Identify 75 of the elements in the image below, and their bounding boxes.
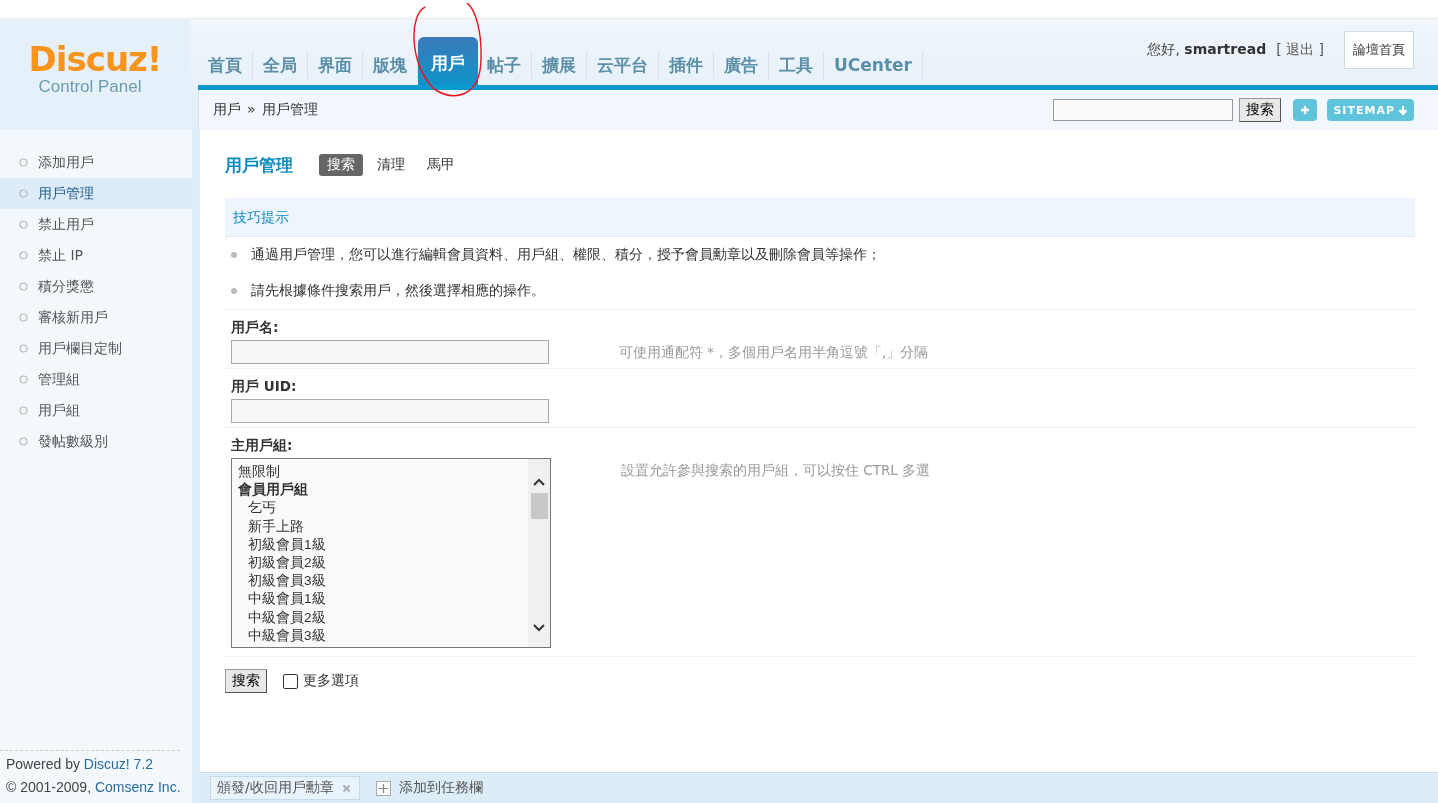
logo-text: Discuz! (28, 41, 162, 77)
sidebar-item[interactable]: 管理組 (0, 364, 192, 395)
list-option[interactable]: 初級會員1級 (238, 535, 522, 554)
circle-bullet-icon (19, 313, 28, 322)
page-tab[interactable]: 清理 (369, 154, 413, 176)
chevron-up-icon (532, 477, 546, 487)
list-option[interactable]: 中級會員2級 (238, 608, 522, 627)
circle-bullet-icon (19, 251, 28, 260)
powered-by-text: Powered by Discuz! 7.2 (6, 755, 155, 774)
logout-link[interactable]: [ 退出 ] (1276, 41, 1324, 59)
scrollbar-thumb[interactable] (530, 493, 548, 519)
text-field[interactable] (231, 340, 549, 364)
list-option[interactable]: 乞丐 (238, 499, 522, 518)
circle-bullet-icon (19, 189, 28, 198)
sidebar-item[interactable]: 添加用戶 (0, 147, 192, 178)
discuz-link[interactable]: Discuz! 7.2 (83, 756, 154, 772)
bullet-icon (231, 288, 237, 294)
list-option[interactable]: 初級會員3級 (238, 572, 522, 591)
list-option[interactable]: 中級會員1級 (238, 590, 522, 609)
add-button[interactable] (1293, 99, 1318, 121)
field-hint: 設置允許參與搜索的用戶組，可以按住 CTRL 多選 (621, 462, 931, 480)
checkbox[interactable] (283, 673, 298, 689)
add-to-taskbar-link[interactable]: 添加到任務欄 (398, 779, 483, 797)
circle-bullet-icon (19, 282, 28, 291)
list-option[interactable]: 新手上路 (238, 517, 522, 536)
down-arrow-icon (1398, 104, 1408, 116)
chevron-down-icon (532, 623, 546, 633)
field-label: 用戶 UID: (231, 377, 298, 396)
circle-bullet-icon (19, 344, 28, 353)
bullet-icon (231, 252, 237, 258)
sidebar-item[interactable]: 發帖數級別 (0, 426, 192, 457)
greeting-text: 您好, smartread (1147, 41, 1267, 59)
tips-header: 技巧提示 (225, 198, 1415, 237)
circle-bullet-icon (19, 220, 28, 229)
task-tab[interactable]: 頒發/收回用戶勳章 (210, 776, 360, 800)
field-label: 用戶名: (231, 318, 280, 337)
forum-home-button[interactable]: 論壇首頁 (1344, 31, 1414, 69)
close-icon[interactable] (341, 783, 351, 793)
checkbox-label: 更多選項 (303, 672, 359, 690)
text-field[interactable] (231, 399, 549, 423)
comsenz-link[interactable]: Comsenz Inc. (94, 779, 181, 795)
field-hint: 可使用通配符 *，多個用戶名用半角逗號「,」分隔 (619, 344, 929, 362)
sidebar-item[interactable]: 用戶組 (0, 395, 192, 426)
scrollbar[interactable] (528, 459, 550, 647)
sidebar-item[interactable]: 積分獎懲 (0, 271, 192, 302)
circle-bullet-icon (19, 158, 28, 167)
search-submit-button[interactable]: 搜索 (225, 669, 267, 693)
list-option[interactable]: 中級會員3級 (238, 626, 522, 646)
logo-subtitle: Control Panel (38, 77, 142, 97)
plus-icon (1300, 105, 1311, 115)
sidebar-item[interactable]: 用戶管理 (0, 178, 192, 209)
breadcrumb-separator: » (247, 101, 256, 119)
sidebar-item[interactable]: 禁止用戶 (0, 209, 192, 240)
field-label: 主用戶組: (231, 436, 294, 455)
tip-text: 請先根據條件搜索用戶，然後選擇相應的操作。 (251, 282, 545, 300)
circle-bullet-icon (19, 437, 28, 446)
circle-bullet-icon (19, 406, 28, 415)
breadcrumb-item[interactable]: 用戶 (213, 101, 241, 119)
list-option[interactable]: 初級會員2級 (238, 554, 522, 573)
option-group-label: 會員用戶組 (238, 481, 309, 500)
circle-bullet-icon (19, 375, 28, 384)
search-button[interactable]: 搜索 (1239, 98, 1282, 122)
list-option[interactable]: 無限制 (238, 463, 522, 482)
sidebar-item[interactable]: 禁止 IP (0, 240, 192, 271)
breadcrumb-item[interactable]: 用戶管理 (261, 101, 318, 119)
nav-tab[interactable]: 用戶 (418, 37, 478, 85)
search-field[interactable] (1053, 99, 1234, 121)
page-tab[interactable]: 馬甲 (419, 154, 463, 176)
plus-box-icon (375, 780, 391, 796)
tip-text: 通過用戶管理，您可以進行編輯會員資料、用戶組、權限、積分，授予會員勳章以及刪除會員等操作； (251, 246, 881, 264)
page-tab[interactable]: 搜索 (319, 154, 363, 176)
sidebar-item[interactable]: 用戶欄目定制 (0, 333, 192, 364)
sidebar-item[interactable]: 審核新用戶 (0, 302, 192, 333)
page-title: 用戶管理 (225, 153, 293, 177)
group-listbox[interactable]: 無限制 會員用戶組 乞丐 新手上路 初級會員1級 初級會員2級 初級會員3級 中級會員1級 中級會員2級 中級會員3級 (231, 458, 551, 648)
